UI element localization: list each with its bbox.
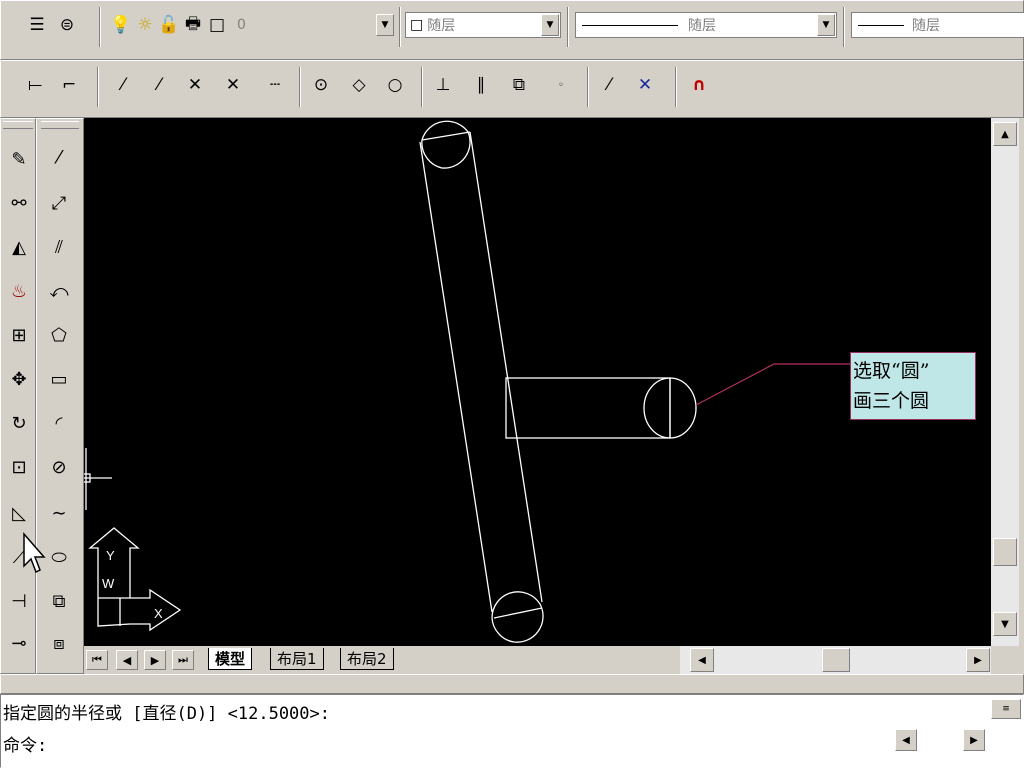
hscroll-thumb[interactable] (822, 648, 850, 672)
chevron-down-icon[interactable]: ▼ (817, 14, 835, 36)
tab-first-icon[interactable]: ⏮ (86, 650, 108, 670)
osnap-settings-magnet-icon[interactable]: ∩ (685, 71, 713, 99)
cylinder-edge-left (419, 141, 493, 613)
cylinder-edge-right (469, 131, 543, 603)
move-icon[interactable]: ✥ (1, 361, 37, 397)
snap-none-icon[interactable]: ✕ (631, 71, 659, 99)
tab-layout1-label: 布局1 (277, 650, 317, 668)
callout-leader-line (695, 363, 850, 406)
extend-icon[interactable]: ⊣ (1, 583, 37, 619)
layers-toolbar: ☰ ⊜ 💡 ☼ 🔓 🖶 □ 0 ▼ □ 随层 ▼ 随层 ▼ 随层 (0, 0, 1024, 60)
erase-icon[interactable]: ✎ (1, 141, 37, 177)
osnap-toolbar: ⟝ ⌐ ⁄ ⁄ ✕ ✕ ┄ ⊙ ◇ ○ ⊥ ∥ ⧉ ◦ ⁄ ✕ ∩ (0, 60, 1024, 118)
layer-combo[interactable]: 0 ▼ (227, 12, 395, 38)
draw-toolbar: ⁄ ⤢ ⫽ ⤺ ⬠ ▭ ◜ ⊘ ∼ ⬭ ⧉ ⧈ (36, 118, 84, 674)
tab-model-label: 模型 (215, 650, 246, 668)
arc-icon[interactable]: ◜ (41, 405, 77, 441)
offset-icon[interactable]: ♨ (1, 273, 37, 309)
lineweight-combo-value: 随层 (912, 18, 940, 34)
tab-layout1[interactable]: 布局1 (270, 648, 324, 670)
lineweight-combo[interactable]: 随层 (851, 12, 1024, 38)
chevron-down-icon[interactable]: ▼ (541, 14, 559, 36)
rectangle-icon[interactable]: ▭ (41, 361, 77, 397)
line-icon[interactable]: ⁄ (41, 139, 77, 175)
scroll-right-icon[interactable]: ▶ (966, 648, 990, 672)
snap-tangent-icon[interactable]: ○ (381, 71, 409, 99)
snap-intersection-icon[interactable]: ✕ (181, 71, 209, 99)
insert-block-icon[interactable]: ⧉ (41, 583, 77, 619)
snap-nearest-icon[interactable]: ⁄ (595, 71, 623, 99)
snap-endpoint-icon[interactable]: ⁄ (109, 71, 137, 99)
line-sample-icon (858, 24, 904, 26)
tab-layout2[interactable]: 布局2 (340, 648, 394, 670)
snap-insert-icon[interactable]: ⧉ (505, 71, 533, 99)
snap-center-icon[interactable]: ⊙ (307, 71, 335, 99)
color-combo[interactable]: □ 随层 ▼ (405, 12, 561, 38)
color-combo-value: 随层 (427, 18, 456, 34)
snap-node-icon[interactable]: ◦ (547, 71, 575, 99)
callout-annotation: 选取“圆” 画三个圆 (850, 352, 976, 420)
color-swatch-icon: □ (410, 17, 424, 33)
stretch-icon[interactable]: ◺ (1, 495, 37, 531)
ucs-w-label: W (102, 576, 115, 591)
command-input-line[interactable]: 命令: (3, 731, 47, 756)
snap-perpendicular-icon[interactable]: ⊥ (429, 71, 457, 99)
scale-icon[interactable]: ⊡ (1, 449, 37, 485)
construction-line-icon[interactable]: ⤢ (41, 185, 77, 221)
scroll-thumb[interactable] (993, 538, 1017, 566)
layer-previous-icon[interactable]: ⊜ (53, 11, 81, 39)
multiline-icon[interactable]: ⤺ (41, 273, 77, 309)
chevron-down-icon[interactable]: ▼ (376, 14, 394, 36)
command-scroll-left-icon[interactable]: ◀ (895, 729, 917, 751)
circle-icon[interactable]: ⊘ (41, 449, 77, 485)
scroll-down-icon[interactable]: ▼ (993, 612, 1017, 636)
layer-manager-icon[interactable]: ☰ (23, 11, 51, 39)
make-block-icon[interactable]: ⧈ (41, 625, 77, 661)
ellipse-icon[interactable]: ⬭ (41, 539, 77, 575)
splitter-bar[interactable] (0, 674, 1024, 694)
copy-icon[interactable]: ⚯ (1, 185, 37, 221)
rotate-icon[interactable]: ↻ (1, 405, 37, 441)
command-history-line: 指定圆的半径或 [直径(D)] <12.5000>: (3, 704, 330, 724)
command-scroll-right-icon[interactable]: ▶ (963, 729, 985, 751)
tab-layout2-label: 布局2 (347, 650, 387, 668)
polygon-icon[interactable]: ⬠ (41, 317, 77, 353)
break-icon[interactable]: ⊸ (1, 625, 37, 661)
vertical-scrollbar[interactable]: ▲ ▼ (991, 118, 1019, 646)
snap-parallel-icon[interactable]: ∥ (467, 71, 495, 99)
ucs-x-label: X (154, 606, 163, 621)
mouse-pointer-icon (23, 532, 46, 574)
horizontal-cylinder-body (505, 377, 671, 439)
line-sample-icon (582, 24, 678, 26)
modify-toolbar: ✎ ⚯ ◭ ♨ ⊞ ✥ ↻ ⊡ ◺ ⟋ ⊣ ⊸ (0, 118, 36, 674)
command-window[interactable]: 指定圆的半径或 [直径(D)] <12.5000>: 命令: ≡ ◀ ▶ (0, 694, 1024, 768)
snap-extension-icon[interactable]: ┄ (261, 71, 289, 99)
scroll-left-icon[interactable]: ◀ (690, 648, 714, 672)
tab-model[interactable]: 模型 (208, 648, 253, 670)
linetype-combo[interactable]: 随层 ▼ (575, 12, 837, 38)
snap-midpoint-icon[interactable]: ⁄ (145, 71, 173, 99)
ucs-y-label: Y (106, 548, 115, 563)
tab-next-icon[interactable]: ▶ (144, 650, 166, 670)
layer-combo-value: 0 (237, 17, 246, 33)
scroll-up-icon[interactable]: ▲ (993, 122, 1017, 146)
mirror-icon[interactable]: ◭ (1, 229, 37, 265)
horizontal-scrollbar[interactable]: ◀ ▶ (680, 646, 991, 674)
snap-from-icon[interactable]: ⌐ (55, 71, 83, 99)
snap-temp-track-icon[interactable]: ⟝ (21, 71, 49, 99)
polyline-icon[interactable]: ⫽ (41, 229, 77, 265)
snap-apparent-intersection-icon[interactable]: ✕ (219, 71, 247, 99)
linetype-combo-value: 随层 (688, 18, 716, 34)
layout-tabs: ⏮ ◀ ▶ ⏭ 模型 布局1 布局2 (84, 646, 680, 674)
array-icon[interactable]: ⊞ (1, 317, 37, 353)
snap-quadrant-icon[interactable]: ◇ (345, 71, 373, 99)
command-scroll-thumb-icon[interactable]: ≡ (991, 699, 1021, 719)
top-circle (421, 120, 471, 169)
tab-prev-icon[interactable]: ◀ (116, 650, 138, 670)
tab-last-icon[interactable]: ⏭ (172, 650, 194, 670)
spline-icon[interactable]: ∼ (41, 495, 77, 531)
